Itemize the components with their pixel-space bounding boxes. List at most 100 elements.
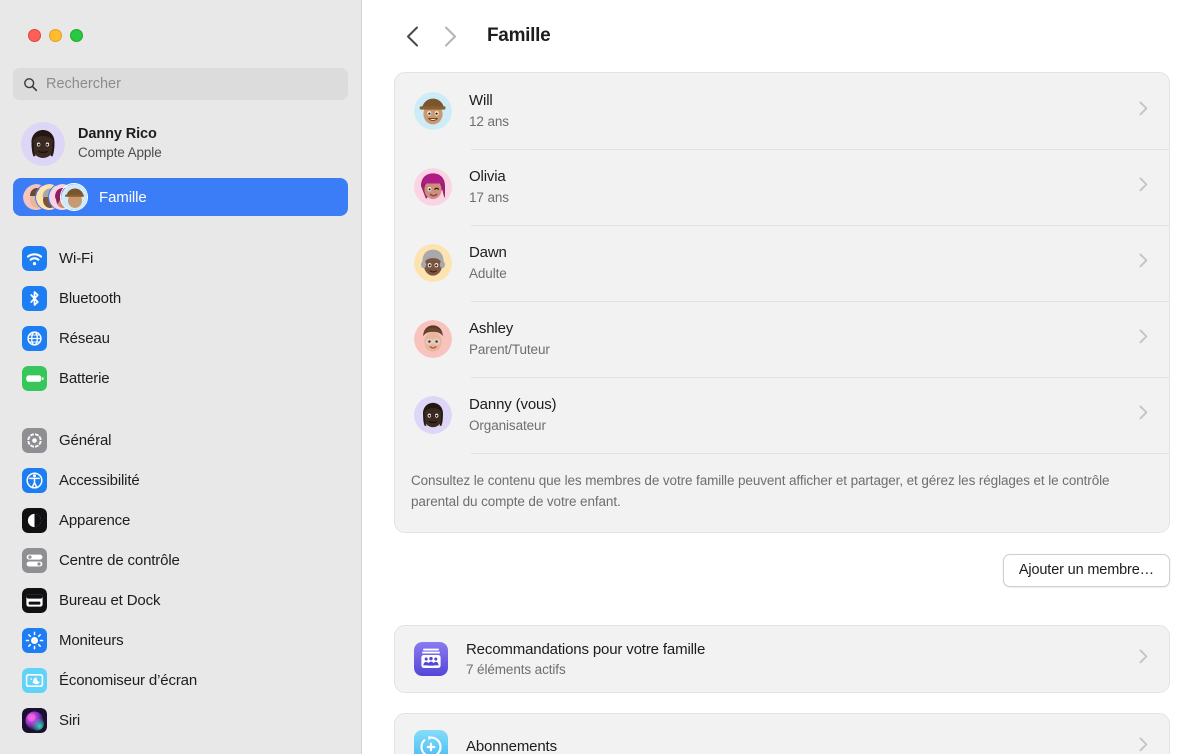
member-role: Organisateur bbox=[469, 417, 546, 433]
member-name: Will bbox=[469, 92, 493, 110]
displays-icon bbox=[22, 627, 47, 653]
family-recommendations-card: Recommandations pour votre famille 7 élé… bbox=[394, 625, 1170, 694]
list-item[interactable]: Recommandations pour votre famille 7 élé… bbox=[395, 626, 1169, 692]
toolbar: Famille bbox=[362, 0, 1200, 72]
main-content: Famille Will 12 ans Olivia 17 ans Dawn A… bbox=[362, 0, 1200, 754]
page-title: Famille bbox=[487, 25, 551, 46]
list-item[interactable]: Abonnements bbox=[395, 714, 1169, 754]
chevron-right-icon bbox=[1139, 329, 1148, 349]
search-icon bbox=[24, 77, 38, 91]
sidebar-item-wifi[interactable]: Wi-Fi bbox=[13, 238, 348, 278]
window-controls bbox=[0, 0, 361, 42]
member-name: Olivia bbox=[469, 168, 506, 186]
appearance-icon bbox=[22, 507, 47, 533]
siri-icon bbox=[22, 707, 47, 733]
control-center-icon bbox=[22, 547, 47, 573]
sidebar-item-bureau-et-dock[interactable]: Bureau et Dock bbox=[13, 580, 348, 620]
account-name: Danny Rico bbox=[78, 126, 157, 143]
member-name: Ashley bbox=[469, 320, 514, 338]
family-recommendations-icon bbox=[414, 642, 448, 677]
table-row[interactable]: Dawn Adulte bbox=[395, 225, 1169, 301]
chevron-right-icon bbox=[1139, 649, 1148, 669]
sidebar-group-system: Général Accessibilité Apparence Centre d… bbox=[13, 420, 348, 740]
sidebar-item-label: Famille bbox=[99, 188, 147, 206]
family-description: Consultez le contenu que les membres de … bbox=[395, 453, 1169, 532]
subscriptions-icon bbox=[414, 730, 448, 754]
avatar bbox=[414, 92, 452, 130]
sidebar-item-reseau[interactable]: Réseau bbox=[13, 318, 348, 358]
sidebar-item-economiseur-decran[interactable]: Économiseur d’écran bbox=[13, 660, 348, 700]
search-field[interactable] bbox=[13, 68, 348, 100]
table-row[interactable]: Danny (vous) Organisateur bbox=[395, 377, 1169, 453]
sidebar-list[interactable]: Danny Rico Compte Apple Famille Wi-Fi Bl… bbox=[0, 116, 361, 740]
battery-icon bbox=[22, 365, 47, 391]
section-title: Abonnements bbox=[466, 738, 557, 754]
sidebar-item-famille[interactable]: Famille bbox=[13, 178, 348, 216]
sidebar-item-label: Bureau et Dock bbox=[59, 591, 161, 609]
close-button[interactable] bbox=[28, 29, 41, 42]
subscriptions-card: Abonnements bbox=[394, 713, 1170, 754]
section-subtitle: 7 éléments actifs bbox=[466, 662, 566, 677]
bluetooth-icon bbox=[22, 285, 47, 311]
actions-row: Ajouter un membre… bbox=[394, 554, 1170, 588]
member-role: 17 ans bbox=[469, 189, 509, 205]
avatar bbox=[21, 122, 65, 166]
sidebar-item-label: Bluetooth bbox=[59, 289, 122, 307]
forward-button[interactable] bbox=[431, 19, 469, 53]
section-title: Recommandations pour votre famille bbox=[466, 640, 706, 658]
add-member-button[interactable]: Ajouter un membre… bbox=[1002, 554, 1170, 588]
chevron-left-icon bbox=[406, 26, 418, 46]
member-role: Adulte bbox=[469, 265, 507, 281]
sidebar-item-label: Moniteurs bbox=[59, 631, 124, 649]
avatar bbox=[414, 244, 452, 282]
account-subtitle: Compte Apple bbox=[78, 145, 162, 161]
sidebar-item-centre-de-controle[interactable]: Centre de contrôle bbox=[13, 540, 348, 580]
sidebar-item-label: Général bbox=[59, 431, 112, 449]
sidebar-item-label: Économiseur d’écran bbox=[59, 671, 198, 689]
sidebar-item-label: Apparence bbox=[59, 511, 131, 529]
sidebar-item-general[interactable]: Général bbox=[13, 420, 348, 460]
sidebar-item-batterie[interactable]: Batterie bbox=[13, 358, 348, 398]
search-input[interactable] bbox=[46, 76, 338, 92]
screensaver-icon bbox=[22, 667, 47, 693]
table-row[interactable]: Will 12 ans bbox=[395, 73, 1169, 149]
sidebar: Danny Rico Compte Apple bbox=[0, 0, 362, 754]
back-button[interactable] bbox=[393, 19, 431, 53]
sidebar-item-accessibilite[interactable]: Accessibilité bbox=[13, 460, 348, 500]
chevron-right-icon bbox=[1139, 101, 1148, 121]
sidebar-item-label: Siri bbox=[59, 711, 81, 729]
chevron-right-icon bbox=[1139, 177, 1148, 197]
zoom-button[interactable] bbox=[70, 29, 83, 42]
chevron-right-icon bbox=[1139, 253, 1148, 273]
sidebar-item-label: Wi-Fi bbox=[59, 249, 94, 267]
minimize-button[interactable] bbox=[49, 29, 62, 42]
sidebar-item-bluetooth[interactable]: Bluetooth bbox=[13, 278, 348, 318]
member-name: Danny (vous) bbox=[469, 396, 557, 414]
sidebar-item-label: Batterie bbox=[59, 369, 110, 387]
sidebar-group-network: Wi-Fi Bluetooth Réseau Batterie bbox=[13, 238, 348, 398]
avatar bbox=[414, 168, 452, 206]
sidebar-item-siri[interactable]: Siri bbox=[13, 700, 348, 740]
gear-icon bbox=[22, 427, 47, 453]
family-avatar-stack bbox=[22, 183, 88, 211]
sidebar-item-apple-account[interactable]: Danny Rico Compte Apple bbox=[13, 116, 348, 172]
member-role: Parent/Tuteur bbox=[469, 341, 550, 357]
system-settings-window: Danny Rico Compte Apple bbox=[0, 0, 1200, 754]
family-members-card: Will 12 ans Olivia 17 ans Dawn Adulte As… bbox=[394, 72, 1170, 534]
sidebar-item-label: Accessibilité bbox=[59, 471, 140, 489]
desktop-dock-icon bbox=[22, 587, 47, 613]
table-row[interactable]: Ashley Parent/Tuteur bbox=[395, 301, 1169, 377]
member-role: 12 ans bbox=[469, 113, 509, 129]
chevron-right-icon bbox=[1139, 405, 1148, 425]
sidebar-item-label: Réseau bbox=[59, 329, 110, 347]
chevron-right-icon bbox=[1139, 737, 1148, 754]
accessibility-icon bbox=[22, 467, 47, 493]
sidebar-item-moniteurs[interactable]: Moniteurs bbox=[13, 620, 348, 660]
sidebar-item-apparence[interactable]: Apparence bbox=[13, 500, 348, 540]
network-icon bbox=[22, 325, 47, 351]
wifi-icon bbox=[22, 245, 47, 271]
sidebar-item-label: Centre de contrôle bbox=[59, 551, 180, 569]
table-row[interactable]: Olivia 17 ans bbox=[395, 149, 1169, 225]
avatar bbox=[60, 183, 88, 211]
member-name: Dawn bbox=[469, 244, 507, 262]
